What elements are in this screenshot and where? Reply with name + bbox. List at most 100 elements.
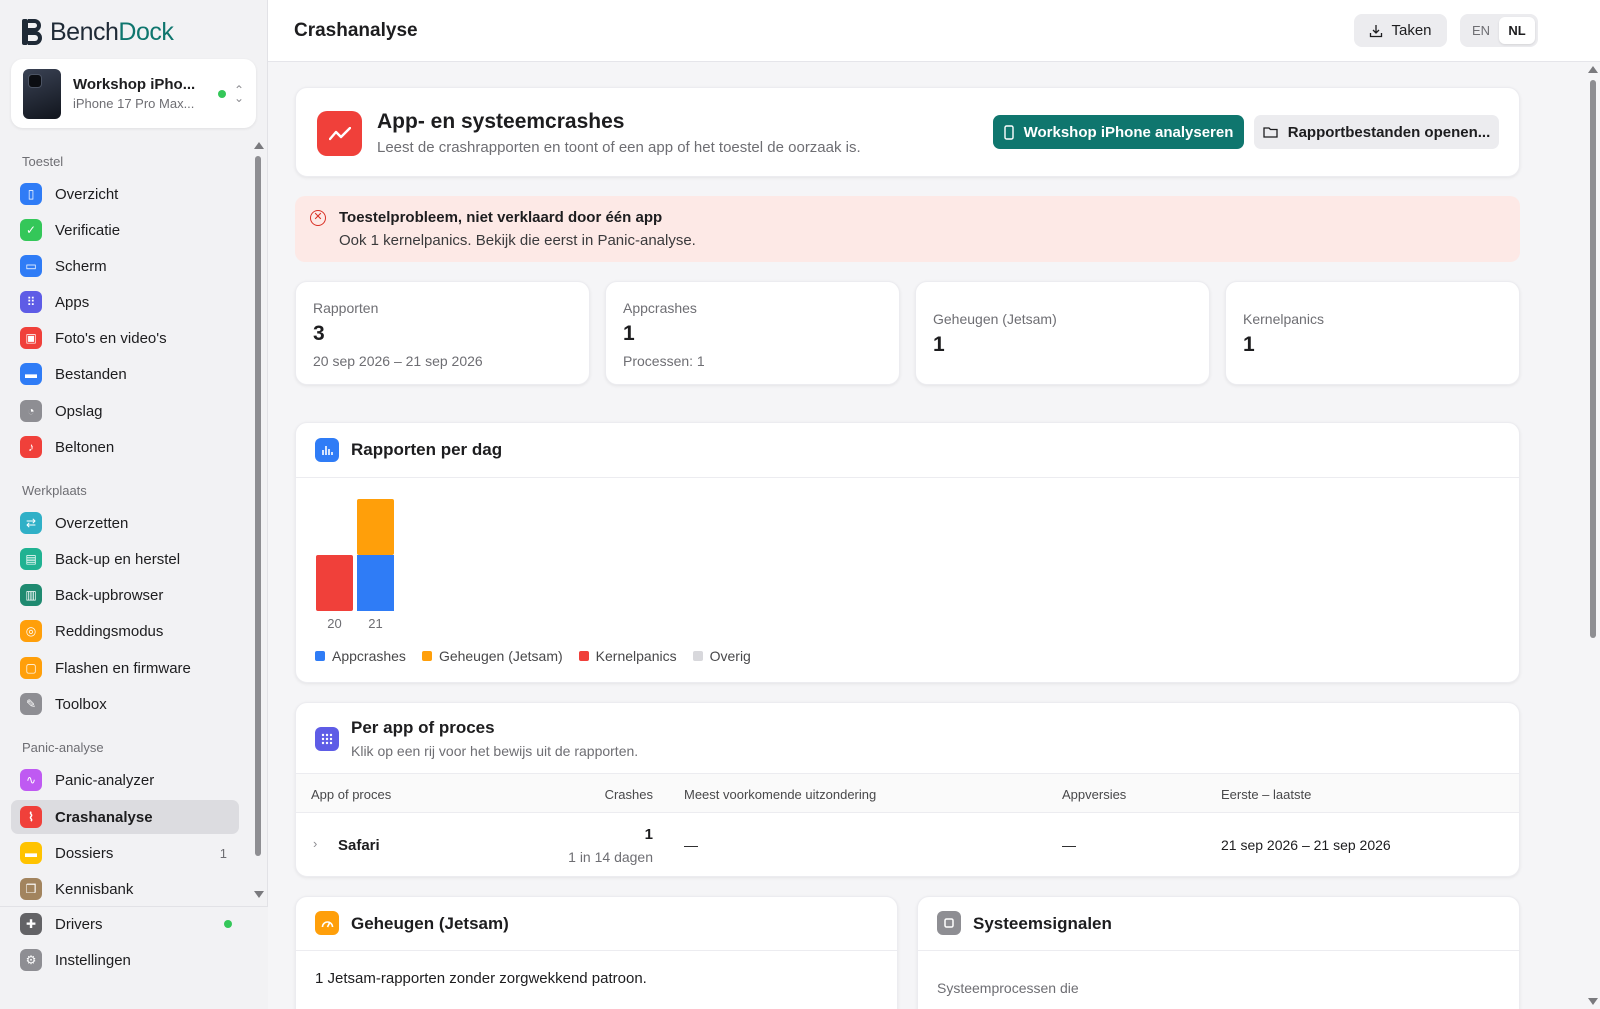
chevron-up-down-icon: ⌃ ⌄ [233, 82, 244, 105]
apps-grid-icon: ⠿ [20, 291, 42, 313]
open-report-files-button[interactable]: Rapportbestanden openen... [1254, 115, 1499, 149]
scroll-down-arrow-icon[interactable] [1588, 998, 1598, 1005]
device-problem-alert: ✕ Toestelprobleem, niet verklaard door é… [295, 196, 1520, 262]
sidebar-bottom-nav: ✚ Drivers ⚙ Instellingen [0, 906, 268, 1009]
sidebar-item-drivers[interactable]: ✚ Drivers [11, 907, 239, 941]
cpu-icon [937, 911, 961, 935]
tasks-button[interactable]: Taken [1354, 14, 1447, 47]
scroll-up-arrow-icon[interactable] [254, 142, 264, 149]
device-thumbnail [23, 68, 61, 119]
sidebar-item-dossiers[interactable]: ▬ Dossiers 1 [11, 836, 239, 870]
sidebar-item-flashen[interactable]: ▢ Flashen en firmware [11, 651, 239, 685]
bar-segment-geheugen-jetsam--21[interactable] [357, 499, 394, 555]
stat-value: 1 [1243, 333, 1255, 356]
alert-title: Toestelprobleem, niet verklaard door één… [339, 209, 663, 226]
sidebar-item-beltonen[interactable]: ♪ Beltonen [11, 430, 239, 464]
sidebar-item-overzicht[interactable]: ▯ Overzicht [11, 177, 239, 211]
sidebar-scrollbar[interactable] [252, 140, 264, 900]
sidebar-item-label: Panic-analyzer [55, 771, 155, 789]
connected-status-dot [217, 89, 226, 98]
lang-en-option[interactable]: EN [1463, 17, 1499, 44]
per-app-title: Per app of proces [351, 718, 495, 737]
sidebar-item-overzetten[interactable]: ⇄ Overzetten [11, 506, 239, 540]
sidebar-item-apps[interactable]: ⠿ Apps [11, 285, 239, 319]
stat-card-reports: Rapporten 3 20 sep 2026 – 21 sep 2026 [295, 281, 590, 385]
stat-label: Kernelpanics [1243, 311, 1324, 327]
gear-icon: ⚙ [20, 949, 42, 971]
column-header[interactable]: Appversies [1062, 787, 1126, 802]
app-name-cell: Safari [338, 837, 380, 854]
wrench-icon: ✎ [20, 693, 42, 715]
sidebar-item-crashanalyse[interactable]: ⌇ Crashanalyse [11, 800, 239, 834]
card-divider [296, 950, 897, 951]
phone-icon [1003, 124, 1014, 140]
sidebar-item-fotos[interactable]: ▣ Foto's en video's [11, 321, 239, 355]
sidebar-item-label: Reddingsmodus [55, 622, 164, 640]
column-header[interactable]: Eerste – laatste [1221, 787, 1311, 802]
device-selector[interactable]: Workshop iPho... iPhone 17 Pro Max... ⌃ ⌄ [11, 59, 256, 128]
chip-icon: ▢ [20, 657, 42, 679]
main-content: App- en systeemcrashes Leest de crashrap… [268, 62, 1586, 1009]
download-tray-icon [1370, 24, 1383, 37]
sidebar-item-kennisbank[interactable]: ❒ Kennisbank [11, 872, 239, 900]
jetsam-card: Geheugen (Jetsam) 1 Jetsam-rapporten zon… [295, 896, 898, 1009]
sidebar-item-bestanden[interactable]: ▬ Bestanden [11, 357, 239, 391]
versions-cell: — [1062, 837, 1076, 853]
legend-label: Geheugen (Jetsam) [438, 648, 563, 664]
music-note-icon: ♪ [20, 436, 42, 458]
signals-title: Systeemsignalen [973, 914, 1112, 933]
sidebar-item-reddingsmodus[interactable]: ◎ Reddingsmodus [11, 614, 239, 648]
table-row[interactable]: › Safari 1 1 in 14 dagen — — 21 sep 2026… [296, 814, 1519, 876]
sidebar-item-toolbox[interactable]: ✎ Toolbox [11, 687, 239, 721]
tray-icon: ▥ [20, 584, 42, 606]
app-logo[interactable]: BenchDock [22, 17, 174, 47]
card-divider [918, 950, 1519, 951]
chevron-right-icon[interactable]: › [313, 836, 317, 851]
gauge-icon [315, 911, 339, 935]
apps-grid-icon [315, 727, 339, 751]
device-model: iPhone 17 Pro Max... [73, 96, 195, 111]
scroll-down-arrow-icon[interactable] [254, 891, 264, 898]
sidebar-item-backup-herstel[interactable]: ▤ Back-up en herstel [11, 542, 239, 576]
stat-label: Rapporten [313, 300, 379, 316]
folder-icon [1263, 127, 1278, 138]
sidebar-item-opslag[interactable]: ◔ Opslag [11, 394, 239, 428]
sidebar-item-panic-analyzer[interactable]: ∿ Panic-analyzer [11, 763, 239, 797]
sidebar-item-label: Instellingen [55, 951, 131, 969]
sidebar-item-label: Overzicht [55, 185, 119, 203]
per-app-subtitle: Klik op een rij voor het bewijs uit de r… [351, 743, 639, 759]
sidebar-item-instellingen[interactable]: ⚙ Instellingen [11, 943, 239, 977]
drivers-status-dot [224, 920, 232, 928]
sidebar-item-verificatie[interactable]: ✓ Verificatie [11, 213, 239, 247]
scrollbar-thumb[interactable] [255, 156, 261, 856]
waveform-icon: ∿ [20, 769, 42, 791]
sidebar-item-label: Toolbox [55, 695, 107, 713]
sidebar-item-label: Opslag [55, 402, 103, 420]
language-toggle[interactable]: EN NL [1460, 14, 1538, 47]
folder-icon: ▬ [20, 363, 42, 385]
legend-item-jetsam: Geheugen (Jetsam) [421, 648, 563, 664]
column-header[interactable]: Crashes [605, 787, 653, 802]
scrollbar-thumb[interactable] [1590, 80, 1596, 638]
bar-segment-appcrashes-21[interactable] [357, 555, 394, 611]
scroll-up-arrow-icon[interactable] [1588, 66, 1598, 73]
column-header[interactable]: App of proces [311, 787, 391, 802]
bar-segment-kernelpanics-20[interactable] [316, 555, 353, 611]
stat-label: Appcrashes [623, 300, 697, 316]
stat-value: 1 [933, 333, 945, 356]
sidebar-item-backupbrowser[interactable]: ▥ Back-upbrowser [11, 578, 239, 612]
top-bar: Crashanalyse Taken EN NL [268, 0, 1600, 62]
column-header[interactable]: Meest voorkomende uitzondering [684, 787, 876, 802]
sidebar-item-scherm[interactable]: ▭ Scherm [11, 249, 239, 283]
sidebar: BenchDock Workshop iPho... iPhone 17 Pro… [0, 0, 268, 1009]
book-icon: ❒ [20, 878, 42, 900]
phone-icon: ▯ [20, 183, 42, 205]
legend-swatch [421, 651, 432, 661]
main-scrollbar[interactable] [1586, 62, 1600, 1009]
sidebar-item-label: Verificatie [55, 221, 121, 239]
jetsam-text: 1 Jetsam-rapporten zonder zorgwekkend pa… [315, 970, 647, 987]
sidebar-item-label: Scherm [55, 257, 107, 275]
analyze-device-button[interactable]: Workshop iPhone analyseren [993, 115, 1244, 149]
hero-card: App- en systeemcrashes Leest de crashrap… [295, 87, 1520, 177]
lang-nl-option[interactable]: NL [1499, 17, 1535, 44]
